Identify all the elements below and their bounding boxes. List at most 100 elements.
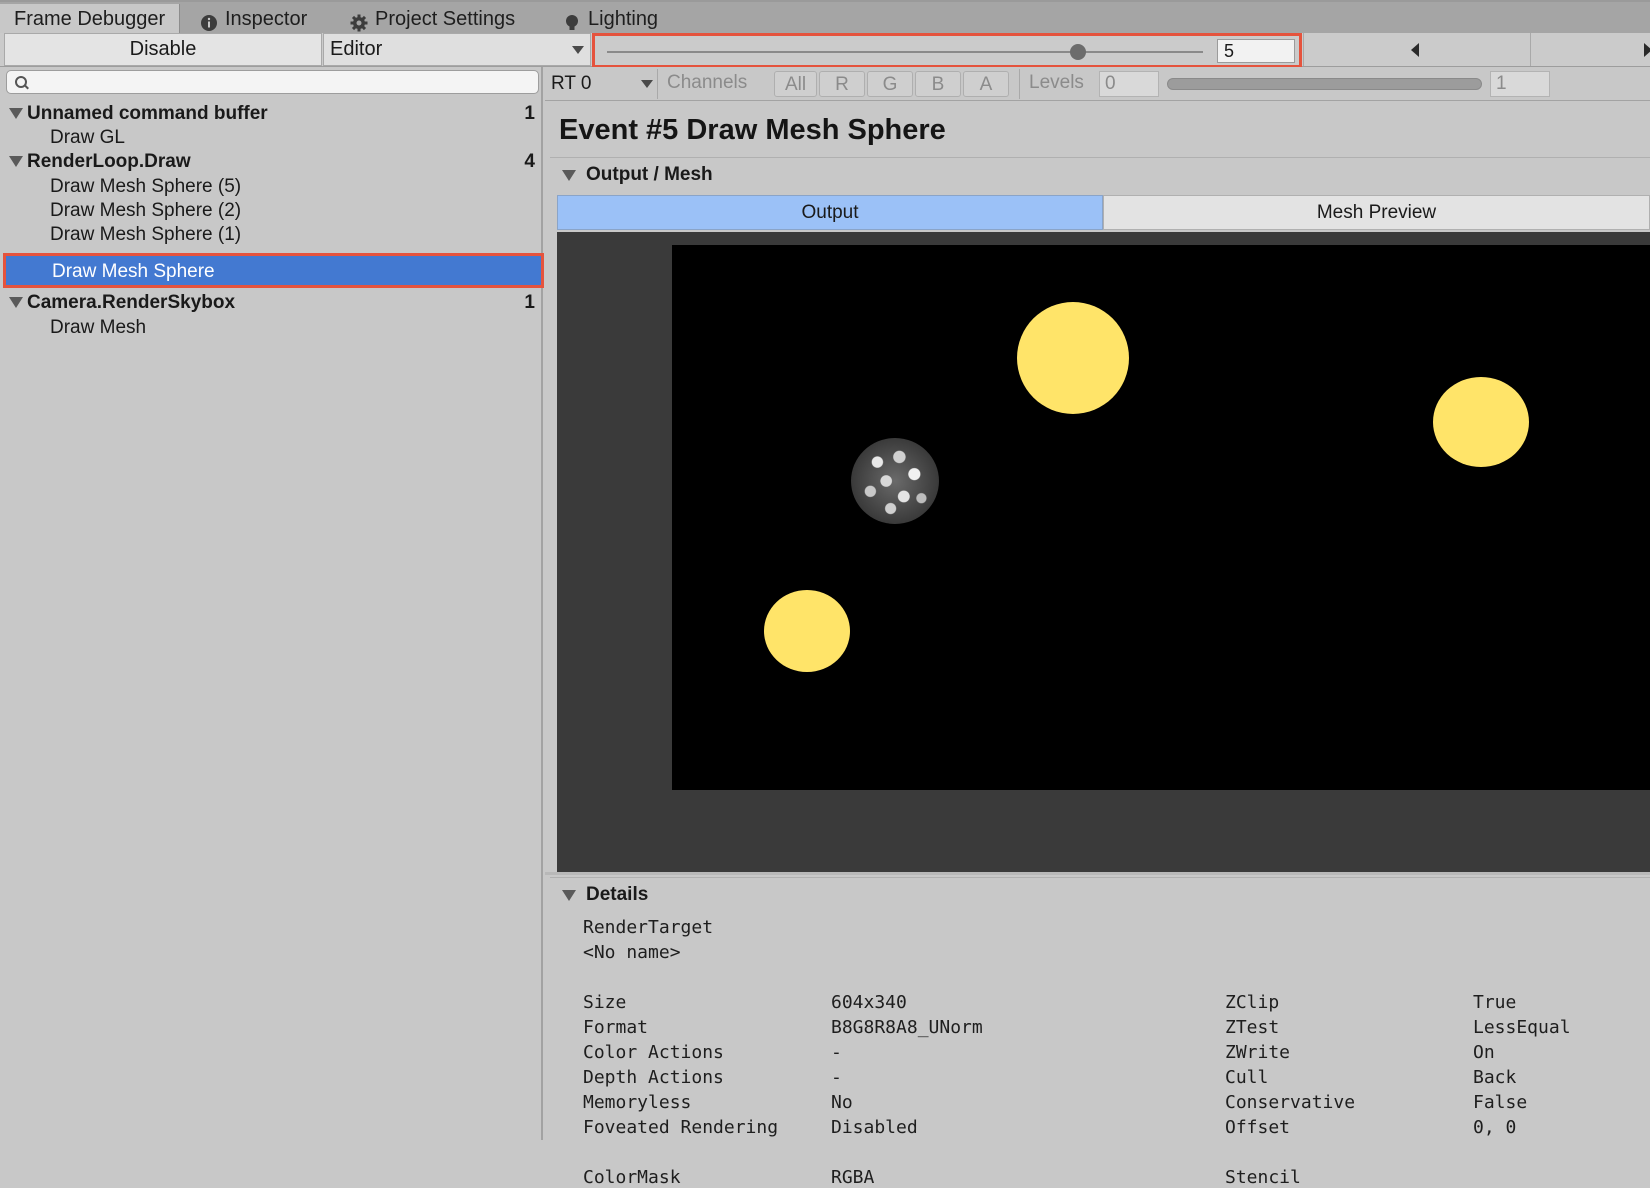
channel-r-button[interactable]: R (819, 71, 865, 97)
levels-max-input[interactable]: 1 (1490, 71, 1550, 97)
window-tab-strip: Frame Debugger Inspector Project Setting… (0, 0, 1650, 35)
tab-project-settings[interactable]: Project Settings (350, 4, 515, 35)
tab-mesh-preview[interactable]: Mesh Preview (1103, 195, 1650, 230)
detail-key: Depth Actions (583, 1067, 724, 1088)
detail-value: - (831, 1042, 842, 1063)
section-title: Details (586, 884, 649, 905)
render-target-bar: RT 0 Channels All R G B A Levels 0 1 (545, 67, 1650, 101)
expand-arrow-icon[interactable] (9, 108, 23, 119)
tree-item-label: Draw Mesh (50, 317, 147, 338)
tab-lighting[interactable]: Lighting (563, 4, 658, 35)
event-detail-panel: RT 0 Channels All R G B A Levels 0 1 Eve… (545, 67, 1650, 1188)
levels-min-input[interactable]: 0 (1099, 71, 1159, 97)
tree-item-draw-mesh[interactable]: Draw Mesh (0, 315, 543, 340)
chevron-down-icon (572, 46, 584, 54)
render-target-select[interactable]: RT 0 (547, 69, 659, 98)
detail-key: Memoryless (583, 1092, 692, 1113)
tree-group-label: Unnamed command buffer (27, 103, 268, 124)
search-input[interactable] (6, 70, 539, 94)
arrow-left-icon (1411, 43, 1419, 57)
previous-event-button[interactable] (1303, 33, 1529, 66)
divider (545, 872, 1650, 875)
tree-item-label: Draw Mesh Sphere (5) (50, 176, 242, 197)
detail-key: Offset (1225, 1117, 1291, 1138)
channel-b-button[interactable]: B (915, 71, 961, 97)
tree-item-draw-mesh-sphere-5[interactable]: Draw Mesh Sphere (5) (0, 174, 543, 199)
next-event-button[interactable] (1530, 33, 1650, 66)
tree-group-renderloop-draw[interactable]: RenderLoop.Draw 4 (0, 149, 543, 174)
tree-group-count: 1 (524, 292, 535, 313)
tree-item-label: Draw Mesh Sphere (1) (50, 224, 242, 245)
channel-all-button[interactable]: All (774, 71, 817, 97)
expand-arrow-icon[interactable] (9, 156, 23, 167)
disable-button[interactable]: Disable (4, 33, 322, 66)
tree-item-label: Draw Mesh Sphere (2) (50, 200, 242, 221)
tree-group-label: Camera.RenderSkybox (27, 292, 236, 313)
detail-value: Back (1473, 1067, 1517, 1088)
tree-item-label: Draw GL (50, 127, 125, 148)
tab-output[interactable]: Output (557, 195, 1103, 230)
detail-key: Conservative (1225, 1092, 1356, 1113)
tree-item-draw-gl[interactable]: Draw GL (0, 125, 543, 150)
detail-key: ZClip (1225, 992, 1280, 1013)
detail-key: Size (583, 992, 627, 1013)
detail-value: LessEqual (1473, 1017, 1571, 1038)
channel-g-button[interactable]: G (867, 71, 913, 97)
details-section-header[interactable]: Details (550, 877, 1650, 909)
detail-value: False (1473, 1092, 1528, 1113)
tab-frame-debugger[interactable]: Frame Debugger (0, 4, 181, 35)
detail-value: B8G8R8A8_UNorm (831, 1017, 983, 1038)
yellow-sphere-right (1433, 377, 1529, 467)
tree-item-draw-mesh-sphere-selected[interactable]: Draw Mesh Sphere (3, 253, 544, 288)
frame-slider-thumb[interactable] (1069, 44, 1086, 60)
detail-value: - (831, 1067, 842, 1088)
render-target-value: <No name> (583, 942, 681, 963)
detail-key: Stencil (1225, 1167, 1301, 1188)
target-select-value: Editor (330, 38, 383, 60)
detail-value: On (1473, 1042, 1495, 1063)
detail-value: No (831, 1092, 853, 1113)
detail-value: 0, 0 (1473, 1117, 1517, 1138)
frame-number-input[interactable]: 5 (1217, 39, 1295, 63)
detail-key: Format (583, 1017, 649, 1038)
bulb-icon (563, 11, 581, 30)
collapse-arrow-icon (562, 890, 576, 901)
info-icon (200, 11, 218, 31)
tree-group-count: 4 (524, 151, 535, 172)
output-preview (557, 232, 1650, 872)
debugger-toolbar: Disable Editor 5 (0, 33, 1650, 68)
gear-icon (350, 11, 368, 31)
event-tree-panel: Unnamed command buffer 1 Draw GL RenderL… (0, 67, 544, 1140)
detail-key: ColorMask (583, 1167, 681, 1188)
tab-inspector-label: Inspector (225, 8, 308, 30)
tab-project-settings-label: Project Settings (375, 8, 516, 30)
detail-value: 604x340 (831, 992, 907, 1013)
target-select[interactable]: Editor (323, 33, 591, 66)
levels-range-slider[interactable] (1167, 78, 1482, 90)
tab-frame-debugger-label: Frame Debugger (14, 8, 166, 30)
render-target-value: RT 0 (551, 73, 592, 94)
detail-key: Cull (1225, 1067, 1269, 1088)
collapse-arrow-icon (562, 170, 576, 181)
detail-key: Foveated Rendering (583, 1117, 779, 1138)
yellow-sphere-top (1017, 302, 1129, 414)
tree-item-draw-mesh-sphere-1[interactable]: Draw Mesh Sphere (1) (0, 222, 543, 247)
channels-label: Channels (667, 72, 748, 93)
tree-group-unnamed-command-buffer[interactable]: Unnamed command buffer 1 (0, 101, 543, 126)
render-target-label: RenderTarget (583, 917, 714, 938)
detail-value: Disabled (831, 1117, 918, 1138)
tree-group-camera-renderskybox[interactable]: Camera.RenderSkybox 1 (0, 290, 543, 315)
channel-a-button[interactable]: A (963, 71, 1009, 97)
tab-inspector[interactable]: Inspector (200, 4, 307, 35)
section-title: Output / Mesh (586, 164, 713, 185)
tree-item-draw-mesh-sphere-2[interactable]: Draw Mesh Sphere (2) (0, 198, 543, 223)
expand-arrow-icon[interactable] (9, 297, 23, 308)
detail-key: Color Actions (583, 1042, 724, 1063)
detail-key: ZWrite (1225, 1042, 1291, 1063)
frame-slider-track[interactable] (607, 51, 1203, 53)
detail-value: True (1473, 992, 1517, 1013)
output-mesh-section-header[interactable]: Output / Mesh (550, 157, 1650, 189)
tab-lighting-label: Lighting (588, 8, 659, 30)
levels-label: Levels (1029, 72, 1084, 93)
separator (1019, 69, 1020, 99)
